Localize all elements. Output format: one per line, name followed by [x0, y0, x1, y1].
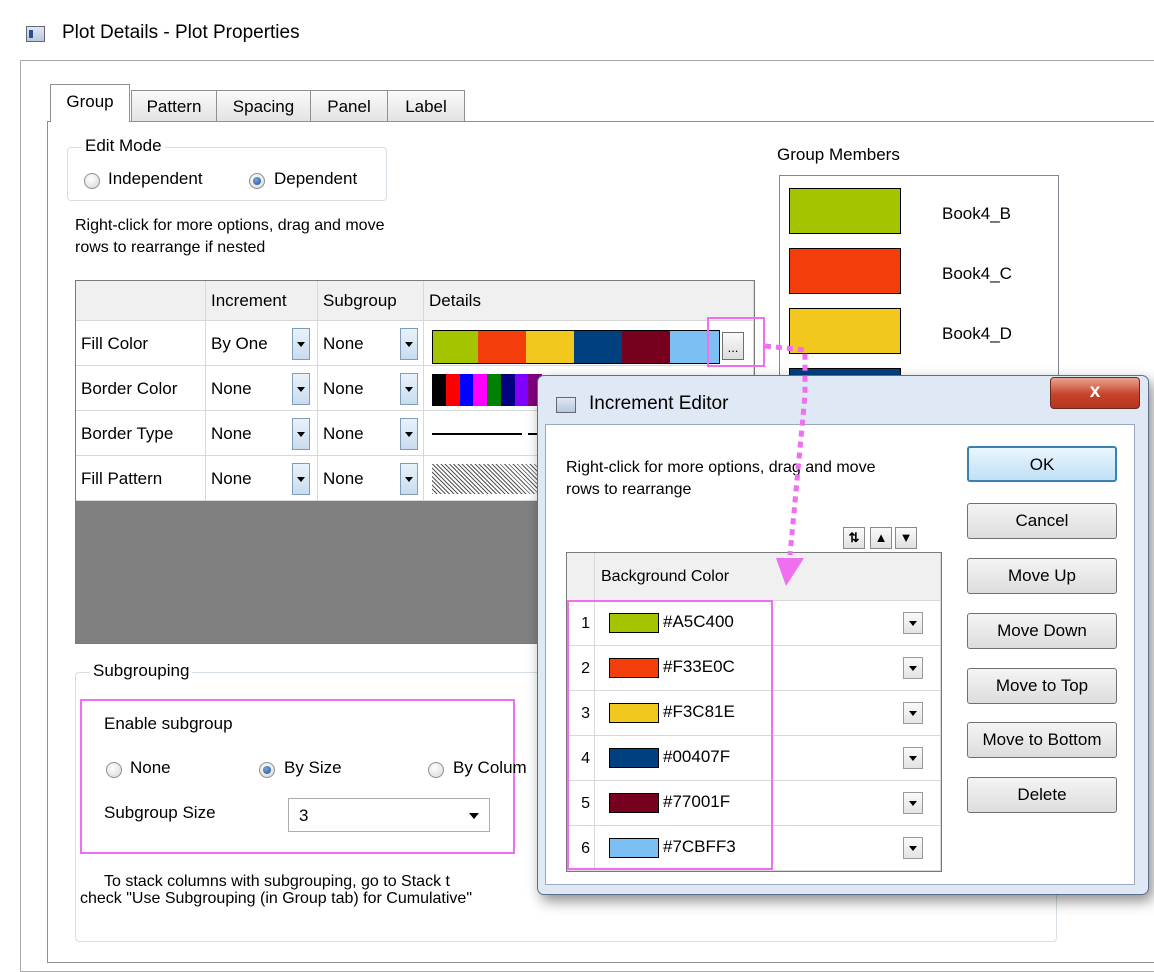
pointer-arrow — [764, 343, 808, 586]
